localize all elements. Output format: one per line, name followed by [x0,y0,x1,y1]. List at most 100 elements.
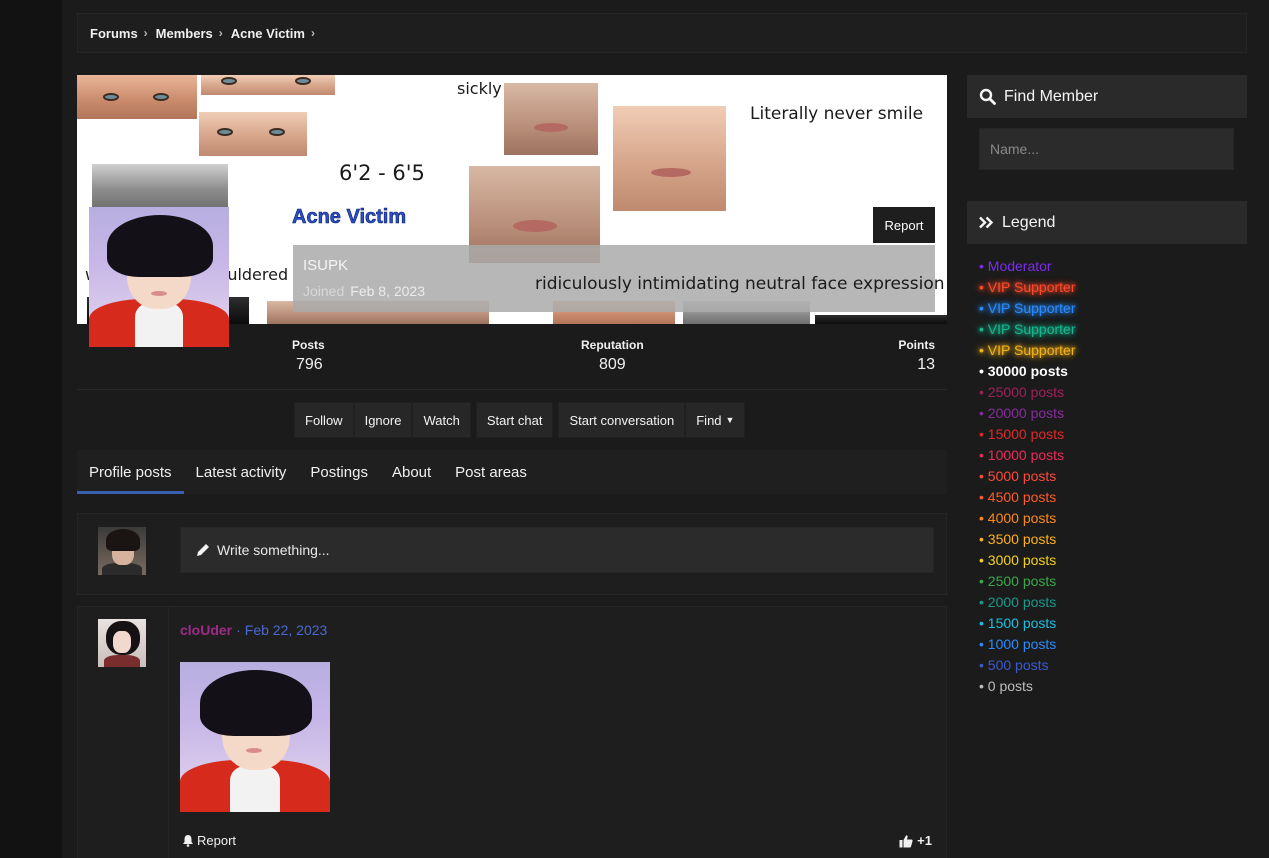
write-placeholder: Write something... [217,542,330,558]
legend-item[interactable]: • 2500 posts [979,571,1075,592]
legend-item[interactable]: • VIP Supporter [979,319,1075,340]
legend-item[interactable]: • 10000 posts [979,445,1075,466]
legend-item[interactable]: • VIP Supporter [979,298,1075,319]
stat-posts[interactable]: Posts 796 [292,338,325,374]
legend-item[interactable]: • 20000 posts [979,403,1075,424]
post-date[interactable]: Feb 22, 2023 [245,622,328,638]
caret-down-icon: ▼ [725,415,735,425]
profile-tabs: Profile posts Latest activity Postings A… [77,450,947,494]
legend-list: • Moderator • VIP Supporter • VIP Supporte… [979,256,1075,697]
like-button[interactable]: +1 [899,833,932,848]
start-chat-button[interactable]: Start chat [475,402,554,438]
stat-reputation: Reputation 809 [581,338,644,374]
banner-text: 6'2 - 6'5 [339,161,425,185]
breadcrumb-label[interactable]: Members [156,26,213,41]
legend-item[interactable]: • 5000 posts [979,466,1075,487]
post-image[interactable] [180,662,330,812]
banner-jaw-photo [613,106,726,211]
banner-jaw-photo [504,83,598,155]
joined-label: Joined [303,283,345,299]
legend-header: Legend [967,201,1247,244]
breadcrumb-members[interactable]: Members › [156,26,223,41]
ignore-button[interactable]: Ignore [353,402,413,438]
legend-item[interactable]: • 30000 posts [979,361,1075,382]
tab-latest-activity[interactable]: Latest activity [184,450,299,494]
follow-button[interactable]: Follow [294,402,354,438]
report-button[interactable]: Report [873,207,935,243]
breadcrumb: Forums › Members › Acne Victim › [77,13,1247,53]
joined-info: Joined Feb 8, 2023 [303,283,425,299]
find-menu-button[interactable]: Find ▼ [685,402,746,438]
watch-button[interactable]: Watch [412,402,471,438]
stat-value: 13 [917,356,935,373]
breadcrumb-label[interactable]: Forums [90,26,138,41]
start-conversation-button[interactable]: Start conversation [558,402,686,438]
legend-item[interactable]: • 2000 posts [979,592,1075,613]
user-title: ISUPK [303,257,349,274]
profile-post-editor: Write something... [77,513,947,595]
find-member-title: Find Member [1004,87,1099,105]
tab-about[interactable]: About [380,450,443,494]
double-chevron-right-icon [979,216,994,229]
legend-item[interactable]: • 25000 posts [979,382,1075,403]
write-something-input[interactable]: Write something... [180,527,934,573]
banner-eyes-photo [201,75,335,95]
legend-item[interactable]: • 3000 posts [979,550,1075,571]
legend-item[interactable]: • VIP Supporter [979,277,1075,298]
breadcrumb-acne-victim[interactable]: Acne Victim › [231,26,315,41]
legend-title: Legend [1002,213,1056,231]
breadcrumb-label[interactable]: Acne Victim [231,26,305,41]
tab-profile-posts[interactable]: Profile posts [77,450,184,494]
chevron-right-icon: › [218,26,223,40]
member-name-input[interactable] [979,128,1234,170]
profile-name: Acne Victim [292,206,407,229]
profile-stats: Posts 796 Reputation 809 Points 13 [77,330,947,390]
legend-item[interactable]: • 500 posts [979,655,1075,676]
legend-item[interactable]: • 3500 posts [979,529,1075,550]
chevron-right-icon: › [143,26,148,40]
legend-item[interactable]: • 15000 posts [979,424,1075,445]
stat-value: 796 [296,356,323,373]
legend-item[interactable]: • 4500 posts [979,487,1075,508]
legend-item[interactable]: • 4000 posts [979,508,1075,529]
banner-eyes-photo [92,164,228,210]
find-label: Find [696,412,722,428]
avatar[interactable] [98,527,146,575]
avatar[interactable] [98,619,146,667]
breadcrumb-forums[interactable]: Forums › [90,26,148,41]
stat-label: Posts [292,338,325,352]
search-icon [979,88,996,105]
post-username[interactable]: cloUder [180,622,232,638]
banner-text: sickly [457,79,502,98]
profile-post: cloUder · Feb 22, 2023 Report +1 [77,606,947,858]
divider [168,607,169,858]
banner-text: ridiculously intimidating neutral face e… [535,274,945,294]
tab-postings[interactable]: Postings [298,450,380,494]
pencil-icon [197,544,209,556]
post-meta: cloUder · Feb 22, 2023 [180,622,327,638]
legend-item[interactable]: • Moderator [979,256,1075,277]
legend-item[interactable]: • VIP Supporter [979,340,1075,361]
post-report-button[interactable]: Report [182,833,236,848]
left-gutter [0,0,62,858]
stat-label: Points [898,338,935,352]
joined-date: Feb 8, 2023 [350,283,425,299]
stat-value: 809 [598,356,626,373]
banner-eyes-photo [77,75,197,119]
legend-item[interactable]: • 1000 posts [979,634,1075,655]
bell-icon [183,835,193,847]
profile-actions: Follow Ignore Watch Start chat Start con… [294,402,746,438]
banner-photo [815,315,947,324]
legend-item[interactable]: • 0 posts [979,676,1075,697]
avatar[interactable] [89,207,229,347]
banner-text: Literally never smile [750,104,924,124]
tab-post-areas[interactable]: Post areas [443,450,539,494]
thumbs-up-icon [899,834,913,847]
banner-eyes-photo [199,112,307,156]
stat-label: Reputation [581,338,644,352]
stat-points[interactable]: Points 13 [898,338,935,374]
like-count: +1 [917,833,932,848]
find-member-header: Find Member [967,75,1247,118]
legend-item[interactable]: • 1500 posts [979,613,1075,634]
report-label: Report [197,833,237,848]
